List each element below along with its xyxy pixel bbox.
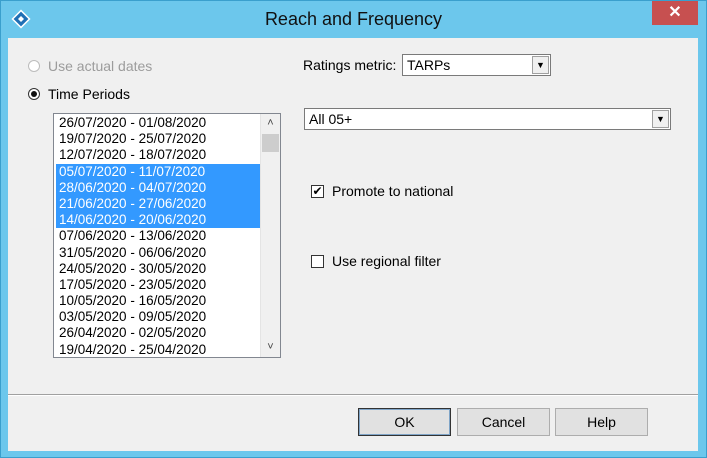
dialog-window: Reach and Frequency ✕ Use actual dates T… (0, 0, 707, 458)
use-actual-dates-label: Use actual dates (48, 58, 153, 74)
list-item[interactable]: 31/05/2020 - 06/06/2020 (56, 245, 260, 261)
cancel-button[interactable]: Cancel (457, 408, 550, 436)
period-list: 26/07/2020 - 01/08/2020 19/07/2020 - 25/0… (56, 115, 260, 357)
use-regional-filter-label: Use regional filter (332, 253, 441, 269)
time-periods-radio[interactable]: Time Periods (28, 86, 130, 102)
listbox-scrollbar[interactable]: ˄ ˅ (260, 114, 280, 357)
promote-to-national-checkbox[interactable]: ✔ Promote to national (311, 183, 453, 199)
list-item[interactable]: 24/05/2020 - 30/05/2020 (56, 261, 260, 277)
list-item[interactable]: 26/04/2020 - 02/05/2020 (56, 325, 260, 341)
use-regional-filter-checkbox[interactable]: Use regional filter (311, 253, 441, 269)
ratings-metric-select[interactable]: TARPs ▼ (402, 54, 551, 76)
time-periods-label: Time Periods (48, 86, 130, 102)
checkbox-empty-icon (311, 254, 324, 268)
list-item[interactable]: 03/05/2020 - 09/05/2020 (56, 309, 260, 325)
list-item[interactable]: 05/07/2020 - 11/07/2020 (56, 163, 260, 180)
list-item[interactable]: 17/05/2020 - 23/05/2020 (56, 277, 260, 293)
list-item[interactable]: 21/06/2020 - 27/06/2020 (56, 195, 260, 213)
time-periods-listbox[interactable]: 26/07/2020 - 01/08/2020 19/07/2020 - 25/0… (53, 113, 281, 358)
audience-value: All 05+ (309, 111, 353, 127)
footer-divider (8, 394, 698, 396)
ratings-metric-label: Ratings metric: (303, 57, 397, 73)
dialog-client-area: Use actual dates Time Periods 26/07/2020… (8, 38, 698, 451)
scroll-down-icon[interactable]: ˅ (261, 339, 280, 356)
ratings-metric-value: TARPs (407, 57, 451, 73)
list-item[interactable]: 12/07/2020 - 18/07/2020 (56, 147, 260, 163)
close-button[interactable]: ✕ (652, 1, 698, 25)
promote-to-national-label: Promote to national (332, 183, 454, 199)
chevron-down-icon[interactable]: ▼ (652, 110, 669, 128)
list-item[interactable]: 14/06/2020 - 20/06/2020 (56, 212, 260, 229)
title-bar[interactable]: Reach and Frequency ✕ (1, 1, 706, 37)
chevron-down-icon[interactable]: ▼ (532, 56, 549, 74)
audience-select[interactable]: All 05+ ▼ (304, 108, 671, 130)
radio-unchecked-icon (28, 60, 40, 72)
ok-button[interactable]: OK (358, 408, 451, 436)
help-button[interactable]: Help (555, 408, 648, 436)
list-item[interactable]: 10/05/2020 - 16/05/2020 (56, 293, 260, 309)
use-actual-dates-radio[interactable]: Use actual dates (28, 58, 152, 74)
scroll-up-icon[interactable]: ˄ (261, 115, 280, 132)
list-item[interactable]: 28/06/2020 - 04/07/2020 (56, 179, 260, 196)
list-item[interactable]: 19/04/2020 - 25/04/2020 (56, 342, 260, 357)
radio-checked-icon (28, 88, 40, 100)
window-title: Reach and Frequency (264, 9, 443, 29)
scroll-thumb[interactable] (262, 134, 279, 152)
list-item[interactable]: 07/06/2020 - 13/06/2020 (56, 228, 260, 244)
list-item[interactable]: 26/07/2020 - 01/08/2020 (56, 115, 260, 131)
checkmark-icon: ✔ (311, 183, 324, 198)
list-item[interactable]: 19/07/2020 - 25/07/2020 (56, 131, 260, 147)
